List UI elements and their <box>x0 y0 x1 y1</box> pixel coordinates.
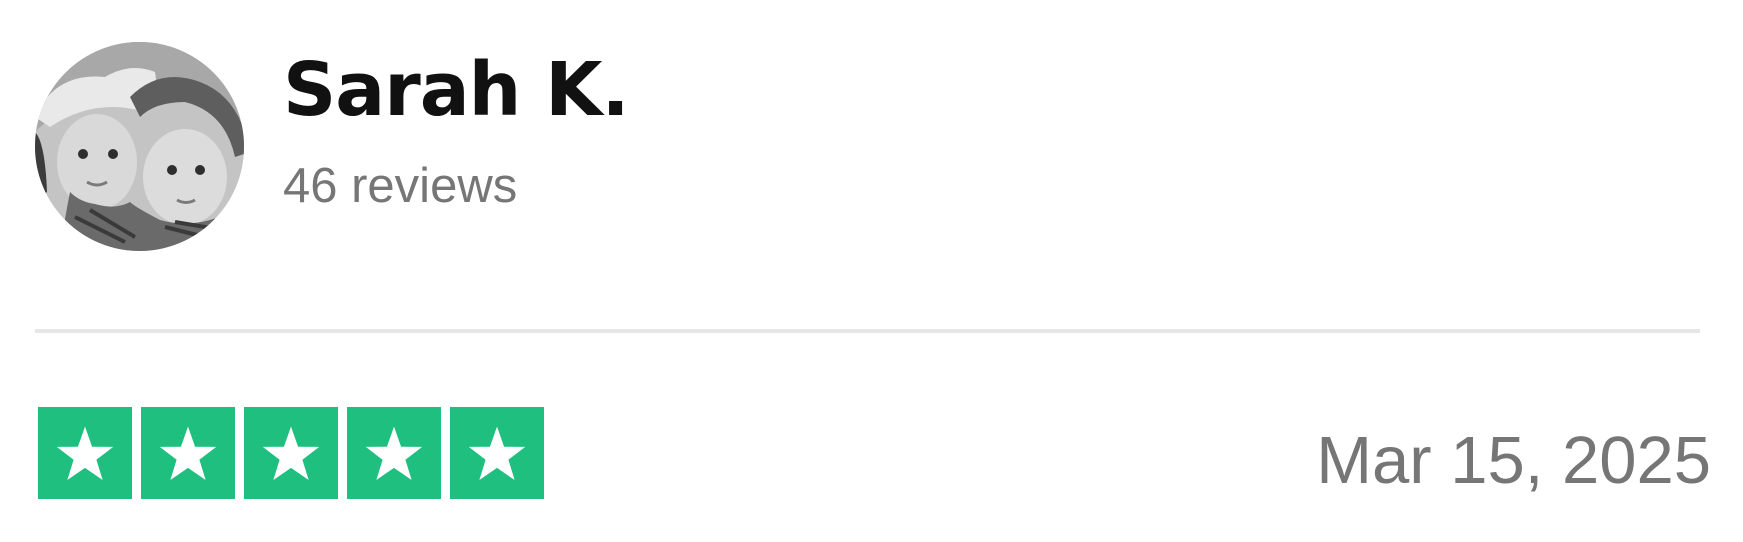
star-rating <box>38 407 544 499</box>
reviewer-name[interactable]: Sarah K. <box>283 42 630 138</box>
avatar-photo-icon <box>35 42 244 251</box>
rating-star-box <box>38 407 132 499</box>
star-icon <box>262 426 320 480</box>
review-date: Mar 15, 2025 <box>1316 423 1711 498</box>
review-count: 46 reviews <box>283 159 518 213</box>
avatar[interactable] <box>35 42 244 251</box>
star-icon <box>56 426 114 480</box>
star-icon <box>468 426 526 480</box>
rating-star-box <box>450 407 544 499</box>
star-icon <box>365 426 423 480</box>
rating-star-box <box>141 407 235 499</box>
rating-star-box <box>244 407 338 499</box>
star-icon <box>159 426 217 480</box>
rating-star-box <box>347 407 441 499</box>
divider <box>35 329 1700 333</box>
